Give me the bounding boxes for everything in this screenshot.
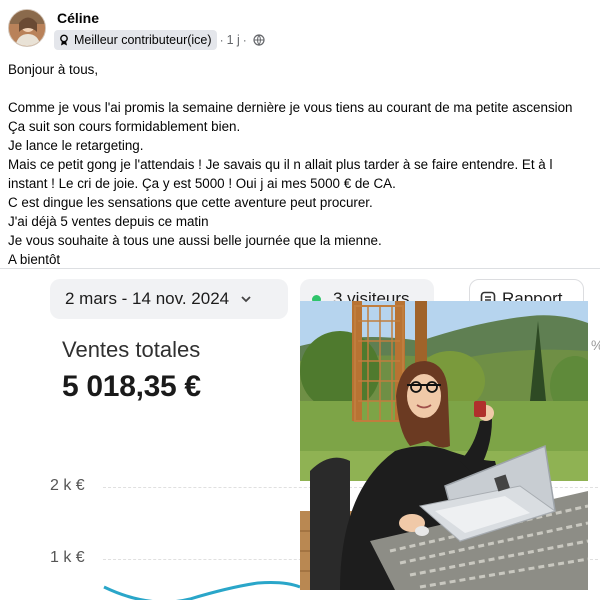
post-time[interactable]: 1 j [227, 33, 240, 47]
post-meta: Meilleur contributeur(ice) · 1 j · [54, 30, 265, 50]
post-text: Bonjour à tous, Comme je vous l'ai promi… [8, 60, 600, 269]
post-line: Je lance le retargeting. [8, 138, 144, 153]
author-name[interactable]: Céline [57, 10, 99, 26]
avatar[interactable] [8, 9, 46, 47]
post-line: Ça suit son cours formidablement bien. [8, 119, 241, 134]
post-line: J'ai déjà 5 ventes depuis ce matin [8, 214, 209, 229]
post-line: A bientôt [8, 252, 61, 267]
contributor-badge-icon [60, 34, 68, 46]
globe-icon[interactable] [253, 34, 265, 46]
post-line: instant ! Le cri de joie. Ça y est 5000 … [8, 176, 396, 191]
contributor-badge[interactable]: Meilleur contributeur(ice) [54, 30, 217, 50]
post-line: Mais ce petit gong je l'attendais ! Je s… [8, 157, 553, 172]
sales-series-line [103, 581, 301, 600]
badge-label: Meilleur contributeur(ice) [74, 33, 212, 47]
meta-separator-2: · [242, 33, 247, 47]
cropped-edge-text: % [591, 337, 600, 353]
post-blank-line [8, 79, 600, 98]
post-line: Je vous souhaite à tous une aussi belle … [8, 233, 382, 248]
post-line: Bonjour à tous, [8, 62, 99, 77]
post-line: Comme je vous l'ai promis la semaine der… [8, 100, 573, 115]
post-line: C est dingue les sensations que cette av… [8, 195, 373, 210]
meta-separator: · [219, 33, 224, 47]
woman-laptop-photo[interactable] [300, 301, 588, 590]
post-header: Céline Meilleur contributeur(ice) · 1 j … [0, 0, 600, 56]
